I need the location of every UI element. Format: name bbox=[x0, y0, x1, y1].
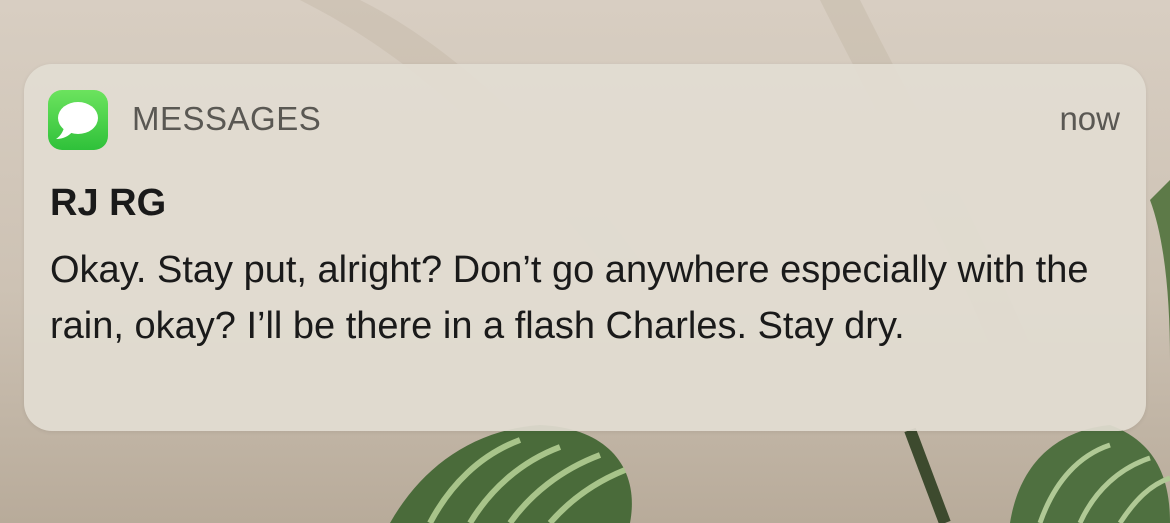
message-body: Okay. Stay put, alright? Don’t go anywhe… bbox=[50, 249, 1089, 347]
messages-app-icon bbox=[48, 90, 108, 150]
notification-time: now bbox=[1059, 100, 1120, 137]
sender-name: RJ RG bbox=[50, 182, 167, 224]
app-name: MESSAGES bbox=[132, 100, 322, 137]
speech-bubble-icon bbox=[56, 102, 98, 139]
message-notification[interactable]: MESSAGES now RJ RG Okay. Stay put, alrig… bbox=[24, 64, 1146, 431]
